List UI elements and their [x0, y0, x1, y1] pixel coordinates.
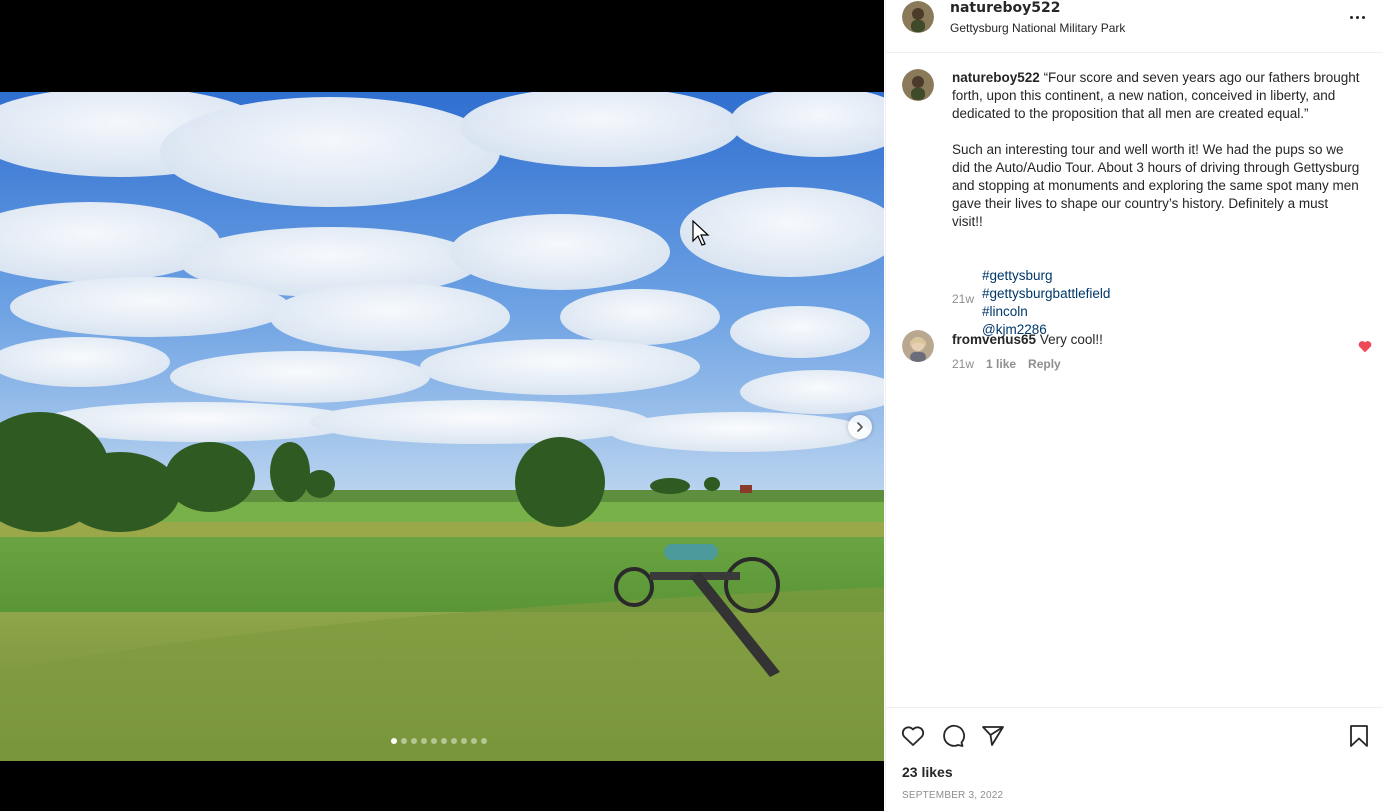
avatar[interactable] — [902, 1, 934, 33]
more-options-button[interactable] — [1345, 6, 1369, 28]
carousel-dot — [441, 738, 447, 744]
likes-count[interactable]: 23 likes — [902, 764, 953, 780]
hashtag-link[interactable]: #gettysburg — [982, 268, 1053, 283]
bookmark-icon — [1350, 725, 1368, 747]
heart-icon — [901, 726, 925, 746]
comment-username[interactable]: fromvenus65 — [952, 332, 1036, 347]
comment-meta: 21w 1 like Reply — [952, 357, 1061, 371]
carousel-dot — [401, 738, 407, 744]
comment-timestamp[interactable]: 21w — [952, 357, 974, 371]
carousel-dot — [391, 738, 397, 744]
post-date[interactable]: SEPTEMBER 3, 2022 — [902, 790, 1003, 801]
more-horizontal-icon — [1361, 15, 1365, 19]
more-horizontal-icon — [1355, 15, 1359, 19]
media-panel — [0, 0, 884, 811]
caption-timestamp[interactable]: 21w — [952, 292, 974, 306]
user-avatar-icon — [902, 1, 934, 33]
post-details-panel: natureboy522 Gettysburg National Militar… — [885, 0, 1383, 811]
commenter-avatar-icon — [902, 330, 934, 362]
carousel-indicator — [391, 738, 487, 744]
post-photo[interactable] — [0, 92, 884, 761]
comment-text: Very cool!! — [1039, 332, 1103, 347]
carousel-dot — [461, 738, 467, 744]
avatar[interactable] — [902, 69, 934, 101]
caption-body: Such an interesting tour and well worth … — [952, 142, 1364, 229]
hashtag-link[interactable]: #lincoln — [982, 304, 1028, 319]
comment-likes-link[interactable]: 1 like — [986, 357, 1016, 371]
carousel-dot — [421, 738, 427, 744]
post-header: natureboy522 Gettysburg National Militar… — [886, 0, 1383, 53]
post-location[interactable]: Gettysburg National Military Park — [950, 21, 1125, 35]
landscape-photo — [0, 92, 884, 761]
hashtag-link[interactable]: #gettysburgbattlefield — [982, 286, 1110, 301]
comment-button[interactable] — [940, 723, 966, 749]
comments-section: natureboy522 “Four score and seven years… — [886, 54, 1383, 706]
chevron-right-icon — [857, 422, 863, 432]
comment: fromvenus65 Very cool!! — [952, 331, 1103, 349]
paper-plane-icon — [982, 726, 1004, 746]
user-avatar-icon — [902, 69, 934, 101]
carousel-dot — [471, 738, 477, 744]
like-button[interactable] — [900, 723, 926, 749]
comment-bubble-icon — [943, 724, 965, 747]
post-actions-bar: 23 likes SEPTEMBER 3, 2022 — [886, 707, 1383, 811]
carousel-dot — [481, 738, 487, 744]
more-horizontal-icon — [1349, 15, 1353, 19]
post-author-username[interactable]: natureboy522 — [950, 0, 1060, 16]
carousel-dot — [451, 738, 457, 744]
comment-like-heart-icon[interactable] — [1358, 340, 1372, 353]
next-slide-button[interactable] — [848, 415, 872, 439]
reply-button[interactable]: Reply — [1028, 357, 1061, 371]
avatar[interactable] — [902, 330, 934, 362]
save-button[interactable] — [1346, 723, 1372, 749]
carousel-dot — [411, 738, 417, 744]
caption-username[interactable]: natureboy522 — [952, 70, 1040, 85]
post-caption: natureboy522 “Four score and seven years… — [952, 69, 1362, 357]
share-button[interactable] — [980, 723, 1006, 749]
carousel-dot — [431, 738, 437, 744]
